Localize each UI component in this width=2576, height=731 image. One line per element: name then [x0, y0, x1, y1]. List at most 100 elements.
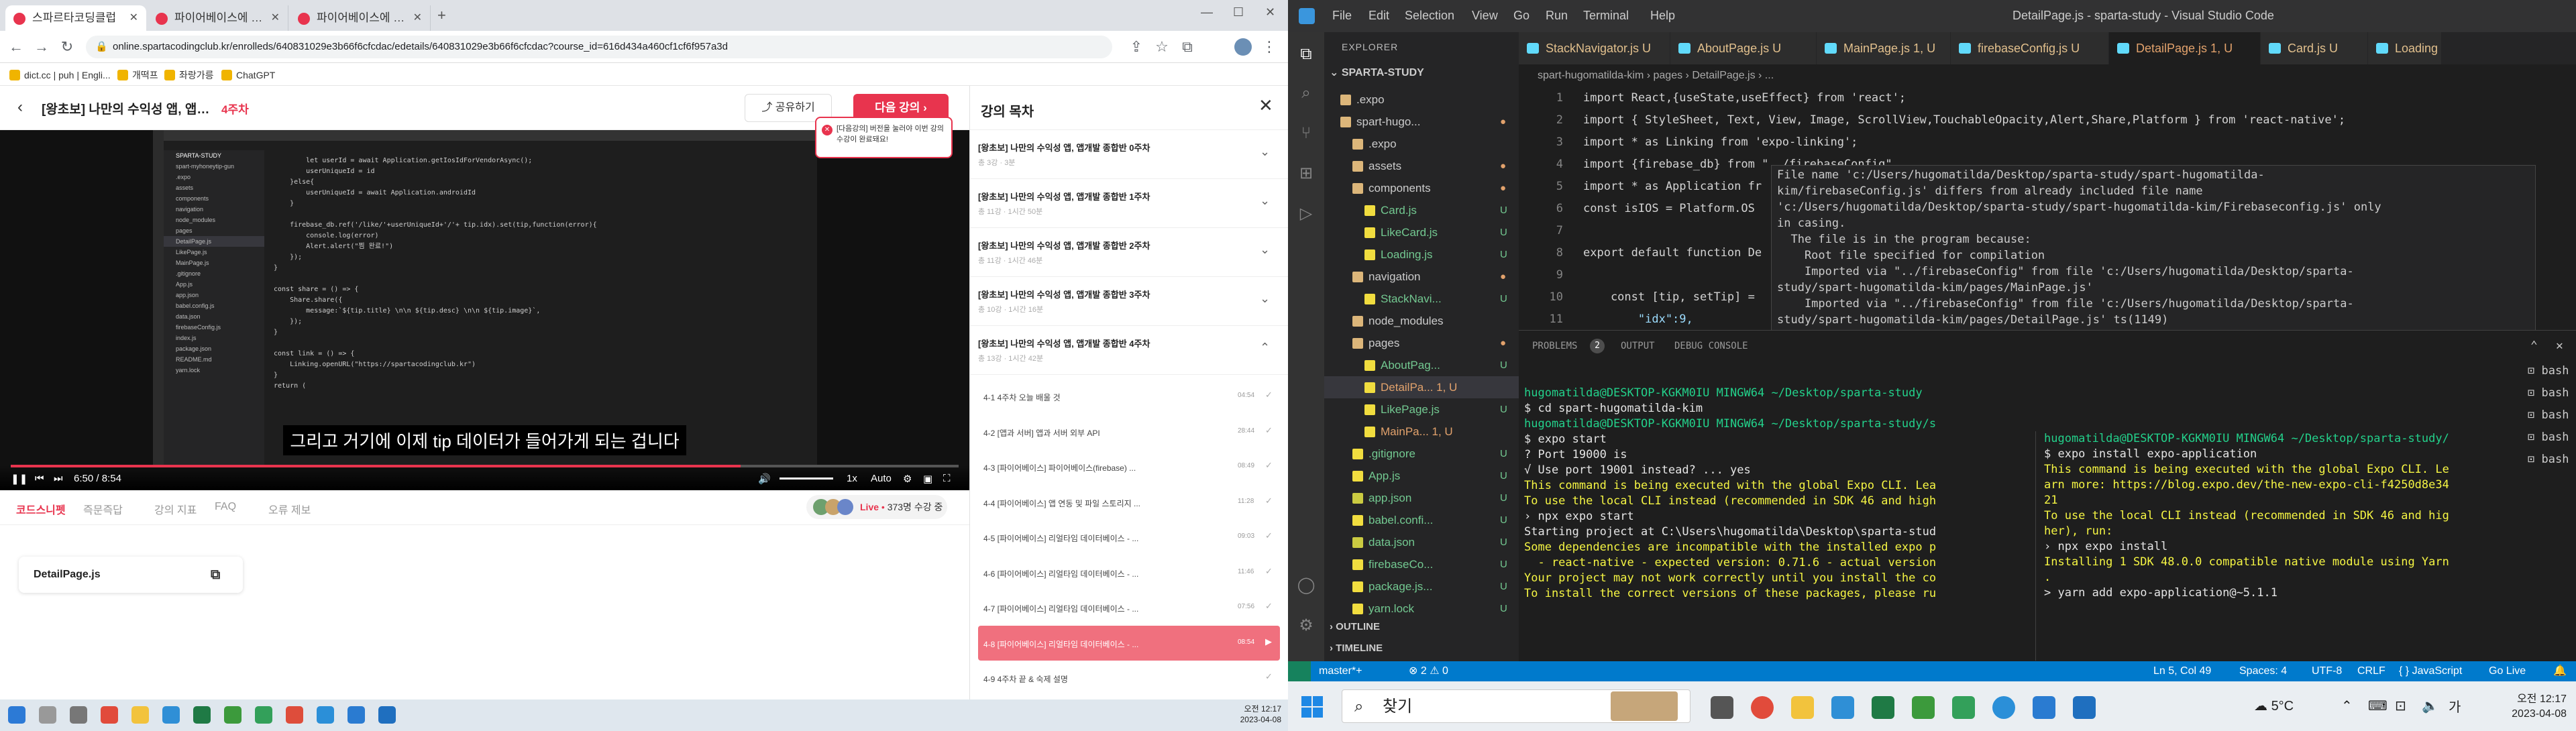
problems-status[interactable]: ⊗ 2 ⚠ 0	[1409, 661, 1448, 681]
editor-tab[interactable]: AboutPage.js U	[1670, 32, 1817, 64]
app-icon[interactable]	[255, 706, 272, 724]
tab-output[interactable]: OUTPUT	[1621, 341, 1655, 351]
account-icon[interactable]: ◯	[1296, 575, 1316, 596]
vscode-icon[interactable]	[347, 706, 365, 724]
app-icon[interactable]	[224, 706, 241, 724]
tab-code-snippet[interactable]: 코드스니펫	[16, 501, 66, 517]
terminal-2[interactable]: hugomatilda@DESKTOP-KGKM0IU MINGW64 ~/De…	[2035, 431, 2518, 661]
tree-item[interactable]: node_modules	[1324, 310, 1519, 332]
week-item[interactable]: [왕초보] 나만의 수익성 앱, 앱개발 종합반 1주차 총 11강 · 1시간 …	[970, 179, 1289, 228]
tray-chevron-icon[interactable]: ⌃	[2341, 697, 2353, 714]
close-panel-icon[interactable]: ✕	[2556, 339, 2563, 353]
editor-tab[interactable]: DetailPage.js 1, U	[2109, 32, 2261, 64]
speaker-icon[interactable]: 🔈	[2422, 697, 2438, 714]
line-ending[interactable]: CRLF	[2357, 661, 2385, 681]
tree-item[interactable]: data.json U	[1324, 531, 1519, 553]
week-item[interactable]: [왕초보] 나만의 수익성 앱, 앱개발 종합반 2주차 총 11강 · 1시간 …	[970, 228, 1289, 277]
tab-problems[interactable]: PROBLEMS	[1532, 341, 1577, 351]
bookmark-star-icon[interactable]: ☆	[1152, 38, 1171, 56]
chevron-down-icon[interactable]: ⌄	[1260, 243, 1270, 257]
tree-item[interactable]: components ●	[1324, 177, 1519, 199]
lesson-item[interactable]: 4-9 4주차 끝 & 숙제 설명 ✓	[978, 661, 1280, 695]
tree-item[interactable]: pages ●	[1324, 332, 1519, 354]
menu-dots-icon[interactable]: ⋮	[1260, 38, 1279, 56]
lesson-item[interactable]: 4-1 4주차 오늘 배울 것 04:54 ✓	[978, 379, 1280, 414]
menu-go[interactable]: Go	[1513, 9, 1529, 23]
browser-tab[interactable]: 파이어베이스에 리얼타임데이터✕	[148, 5, 288, 31]
new-tab-icon[interactable]: +	[437, 7, 446, 24]
tree-item[interactable]: MainPa... 1, U	[1324, 420, 1519, 443]
tree-item[interactable]: .expo	[1324, 89, 1519, 111]
tree-item[interactable]: spart-hugo... ●	[1324, 111, 1519, 133]
windows-start-icon[interactable]	[8, 706, 25, 724]
minimize-icon[interactable]: —	[1201, 5, 1213, 19]
chevron-down-icon[interactable]: ⌄	[1260, 194, 1270, 208]
tree-item[interactable]: yarn.lock U	[1324, 598, 1519, 620]
week-item[interactable]: [왕초보] 나만의 수익성 앱, 앱개발 종합반 3주차 총 10강 · 1시간 …	[970, 277, 1289, 326]
keyboard-icon[interactable]: ⌨	[2368, 697, 2387, 714]
app-icon[interactable]	[378, 706, 396, 724]
tree-item[interactable]: firebaseCo... U	[1324, 553, 1519, 575]
close-icon[interactable]: ✕	[271, 5, 280, 31]
forward-icon[interactable]: →	[32, 38, 51, 56]
explorer-icon[interactable]: ⧉	[1296, 44, 1316, 64]
terminal-1[interactable]: hugomatilda@DESKTOP-KGKM0IU MINGW64 ~/De…	[1524, 386, 2021, 661]
windows-start-icon[interactable]	[1301, 696, 1323, 718]
chrome-icon[interactable]	[101, 706, 118, 724]
week-item[interactable]: [왕초보] 나만의 수익성 앱, 앱개발 종합반 4주차 총 13강 · 1시간 …	[970, 326, 1289, 375]
lesson-item[interactable]: 4-5 [파이어베이스] 리얼타임 데이터베이스 - ... 09:03 ✓	[978, 520, 1280, 555]
manage-gear-icon[interactable]: ⚙	[1296, 616, 1316, 636]
editor-tab[interactable]: StackNavigator.js U	[1519, 32, 1670, 64]
lesson-item[interactable]: 4-7 [파이어베이스] 리얼타임 데이터베이스 - ... 07:56 ✓	[978, 590, 1280, 625]
calendar-icon[interactable]	[1831, 696, 1854, 719]
tree-item[interactable]: Loading.js U	[1324, 243, 1519, 266]
tree-item[interactable]: package.js... U	[1324, 575, 1519, 598]
lesson-item[interactable]: 4-4 [파이어베이스] 앱 연동 및 파일 스토리지 ... 11:28 ✓	[978, 485, 1280, 520]
tree-item[interactable]: StackNavi... U	[1324, 288, 1519, 310]
maximize-panel-icon[interactable]: ⌃	[2530, 339, 2538, 353]
source-control-icon[interactable]: ⑂	[1296, 123, 1316, 144]
terminal-instance[interactable]: ⊡ bash	[2528, 449, 2576, 471]
bookmark-item[interactable]: dict.cc | puh | Engli...	[9, 68, 111, 82]
extensions-icon[interactable]: ⊞	[1296, 164, 1316, 184]
ime-indicator[interactable]: 가	[2449, 696, 2461, 716]
app-icon[interactable]	[1912, 696, 1935, 719]
browser-tab[interactable]: 파이어베이스에 리얼타임데이터✕	[290, 5, 431, 31]
bookmark-item[interactable]: ChatGPT	[221, 68, 275, 82]
edge-icon[interactable]	[317, 706, 334, 724]
video-player[interactable]: SPARTA-STUDY spart-myhoneytip-gun .expo ass…	[0, 130, 969, 490]
chrome-icon[interactable]	[1751, 696, 1774, 719]
editor-tab[interactable]: Card.js U	[2261, 32, 2368, 64]
back-arrow-icon[interactable]: ‹	[17, 98, 23, 117]
terminal-instance[interactable]: ⊡ bash	[2528, 404, 2576, 427]
speed-button[interactable]: 1x	[847, 473, 857, 484]
cursor-position[interactable]: Ln 5, Col 49	[2153, 661, 2211, 681]
search-icon[interactable]: ⌕	[1296, 83, 1316, 103]
close-icon[interactable]: ✕	[129, 5, 138, 31]
editor-tab[interactable]: Loading	[2368, 32, 2442, 64]
play-pause-icon[interactable]: ❚❚	[11, 473, 28, 485]
taskbar-search[interactable]: ⌕ 찾기	[1342, 689, 1690, 723]
menu-selection[interactable]: Selection	[1405, 9, 1454, 23]
excel-icon[interactable]	[193, 706, 211, 724]
profile-avatar[interactable]	[1234, 38, 1252, 56]
rewind-icon[interactable]: ⏮	[35, 473, 44, 484]
quality-button[interactable]: Auto	[871, 473, 892, 484]
tab-debug-console[interactable]: DEBUG CONSOLE	[1674, 341, 1748, 351]
outline-section[interactable]: › OUTLINE	[1330, 621, 1380, 632]
share-page-icon[interactable]: ⇪	[1127, 38, 1146, 56]
video-progress-bar[interactable]	[11, 465, 959, 467]
fullscreen-icon[interactable]: ⛶	[943, 473, 951, 484]
volume-slider[interactable]	[780, 477, 833, 480]
back-icon[interactable]: ←	[7, 38, 25, 56]
volume-icon[interactable]: 🔊	[758, 473, 771, 485]
tree-item[interactable]: App.js U	[1324, 465, 1519, 487]
address-bar[interactable]: 🔒 online.spartacodingclub.kr/enrolleds/64…	[86, 36, 1112, 58]
tab-error-report[interactable]: 오류 제보	[268, 501, 311, 517]
run-debug-icon[interactable]: ▷	[1296, 204, 1316, 224]
code-snippet-file[interactable]: DetailPage.js ⧉	[19, 557, 243, 593]
chevron-down-icon[interactable]: ⌄	[1260, 292, 1270, 306]
bookmark-item[interactable]: 좌랑가릉	[164, 68, 214, 82]
tree-item[interactable]: AboutPag... U	[1324, 354, 1519, 376]
lesson-item[interactable]: 4-6 [파이어베이스] 리얼타임 데이터베이스 - ... 11:46 ✓	[978, 555, 1280, 590]
